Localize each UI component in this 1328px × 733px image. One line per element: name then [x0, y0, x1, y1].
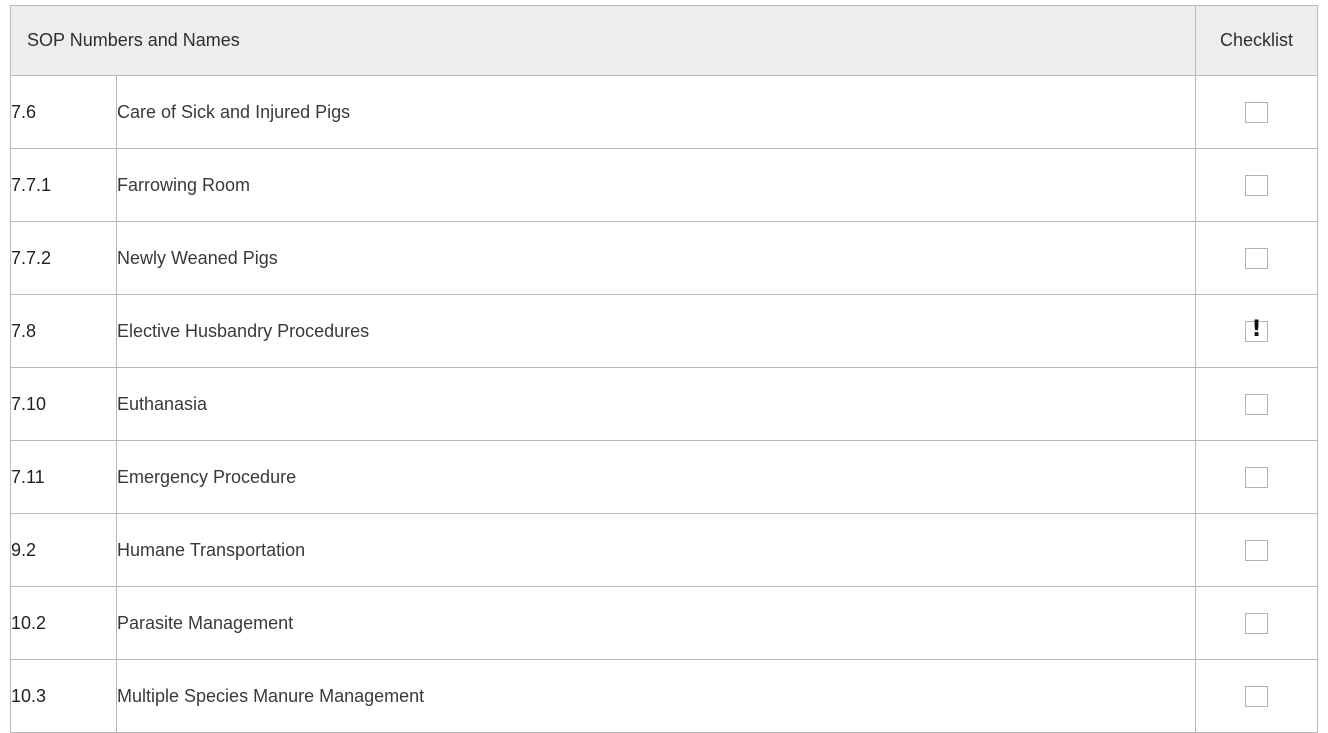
sop-name: Newly Weaned Pigs: [115, 221, 1197, 295]
checklist-checkbox[interactable]: [1245, 466, 1269, 488]
sop-number: 10.2: [10, 586, 117, 660]
sop-name: Euthanasia: [115, 367, 1197, 441]
checklist-cell: [1195, 148, 1319, 222]
sop-number: 7.10: [10, 367, 117, 441]
table-row: 10.3 Multiple Species Manure Management: [10, 659, 1319, 733]
sop-number: 7.6: [10, 75, 117, 149]
checklist-cell: [1195, 221, 1319, 295]
table-row: 10.2 Parasite Management: [10, 586, 1319, 660]
checklist-cell: [1195, 513, 1319, 587]
sop-name: Parasite Management: [115, 586, 1197, 660]
sop-checklist-sheet: SOP Numbers and Names Checklist 7.6 Care…: [9, 5, 1319, 733]
checklist-checkbox[interactable]: [1245, 685, 1269, 707]
header-checklist: Checklist: [1195, 5, 1319, 76]
sop-number: 7.7.1: [10, 148, 117, 222]
header-sop-numbers-and-names: SOP Numbers and Names: [9, 5, 1197, 76]
checklist-cell: [1195, 440, 1319, 514]
checklist-checkbox[interactable]: [1245, 247, 1269, 269]
sop-number: 9.2: [10, 513, 117, 587]
sop-number: 10.3: [10, 659, 117, 733]
checklist-cell: [1195, 586, 1319, 660]
table-header-row: SOP Numbers and Names Checklist: [9, 5, 1319, 76]
table-row: 7.11 Emergency Procedure: [10, 440, 1319, 514]
sop-name: Humane Transportation: [115, 513, 1197, 587]
checklist-cell: [1195, 75, 1319, 149]
checklist-cell: [1195, 659, 1319, 733]
table-row: 7.6 Care of Sick and Injured Pigs: [10, 75, 1319, 149]
sop-name: Elective Husbandry Procedures: [115, 294, 1197, 368]
checklist-checkbox[interactable]: [1245, 174, 1269, 196]
checklist-checkbox[interactable]: [1245, 539, 1269, 561]
sop-name: Emergency Procedure: [115, 440, 1197, 514]
sop-name: Farrowing Room: [115, 148, 1197, 222]
checklist-checkbox[interactable]: [1245, 393, 1269, 415]
sop-number: 7.7.2: [10, 221, 117, 295]
sop-number: 7.8: [10, 294, 117, 368]
checklist-cell: [1195, 294, 1319, 368]
checklist-checkbox[interactable]: [1245, 612, 1269, 634]
sop-name: Multiple Species Manure Management: [115, 659, 1197, 733]
table-row: 7.7.2 Newly Weaned Pigs: [10, 221, 1319, 295]
sop-number: 7.11: [10, 440, 117, 514]
table-row: 7.8 Elective Husbandry Procedures: [10, 294, 1319, 368]
sop-name: Care of Sick and Injured Pigs: [115, 75, 1197, 149]
table-row: 7.7.1 Farrowing Room: [10, 148, 1319, 222]
checklist-checkbox[interactable]: [1245, 101, 1269, 123]
checklist-cell: [1195, 367, 1319, 441]
checklist-checkbox-flagged[interactable]: [1245, 320, 1269, 342]
sop-table: SOP Numbers and Names Checklist 7.6 Care…: [9, 5, 1319, 733]
table-row: 9.2 Humane Transportation: [10, 513, 1319, 587]
table-row: 7.10 Euthanasia: [10, 367, 1319, 441]
